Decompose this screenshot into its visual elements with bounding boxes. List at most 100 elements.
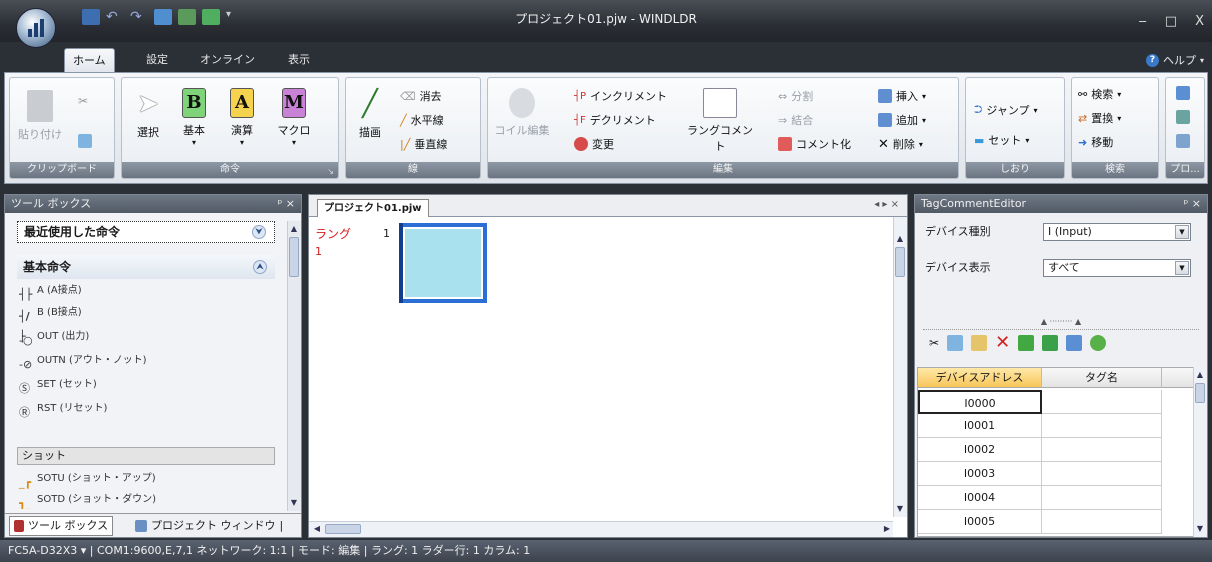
app-menu-button[interactable]	[16, 8, 56, 48]
scroll-thumb[interactable]	[895, 247, 905, 277]
erase-button[interactable]: ⌫ 消去	[400, 88, 442, 104]
set-button[interactable]: ▬ セット ▾	[974, 132, 1029, 148]
scroll-down-icon[interactable]: ▼	[288, 497, 300, 509]
insert-button[interactable]: 挿入 ▾	[878, 88, 926, 104]
help-menu[interactable]: ? ヘルプ ▾	[1145, 52, 1204, 68]
recent-commands-header[interactable]: 最近使用した命令 ⮟	[17, 221, 275, 243]
split-button[interactable]: ⇔ 分割	[778, 88, 813, 104]
tag-grid-scrollbar[interactable]: ▲ ▼	[1193, 367, 1207, 537]
select-button[interactable]: ➤ 選択	[128, 88, 168, 140]
table-cell-address[interactable]: I0001	[918, 414, 1042, 438]
basic-button[interactable]: B 基本 ▾	[174, 88, 214, 147]
table-cell-tag[interactable]	[1042, 510, 1162, 534]
copy-button[interactable]	[78, 134, 92, 148]
column-header-tag[interactable]: タグ名	[1042, 368, 1162, 388]
increment-button[interactable]: ┤P インクリメント	[574, 88, 667, 104]
column-header-extra[interactable]	[1162, 368, 1194, 388]
basic-commands-header[interactable]: 基本命令 ⮝	[17, 255, 275, 279]
join-button[interactable]: ⇒ 結合	[778, 112, 813, 128]
table-cell-address[interactable]: I0000	[918, 390, 1042, 414]
scroll-left-icon[interactable]: ◀	[311, 523, 323, 535]
collapse-icon[interactable]: ⮝	[253, 260, 267, 274]
cut-icon[interactable]: ✂	[929, 336, 939, 350]
scroll-thumb[interactable]	[289, 237, 299, 277]
maximize-button[interactable]: □	[1165, 14, 1177, 29]
table-cell-address[interactable]: I0004	[918, 486, 1042, 510]
replace-button[interactable]: ⇄ 置換 ▾	[1078, 110, 1121, 126]
list-item[interactable]: _┏ SOTU (ショット・アップ)	[19, 469, 156, 489]
ladder-cell-cursor[interactable]	[399, 223, 487, 303]
list-item[interactable]: Ⓢ SET (セット)	[19, 375, 97, 395]
hline-button[interactable]: ╱ 水平線	[400, 112, 444, 128]
table-cell-tag[interactable]	[1042, 486, 1162, 510]
list-item[interactable]: ┓_ SOTD (ショット・ダウン)	[19, 491, 156, 509]
import-icon[interactable]	[1018, 334, 1035, 351]
find-button[interactable]: ⚯ 検索 ▾	[1078, 86, 1121, 102]
project-btn-2[interactable]	[1176, 110, 1190, 124]
tab-settings[interactable]: 設定	[138, 48, 176, 72]
copy-icon[interactable]	[947, 334, 964, 351]
table-cell-address[interactable]: I0002	[918, 438, 1042, 462]
list-item[interactable]: ┤/├ B (B接点)	[19, 303, 82, 343]
delete-button[interactable]: ✕ 削除 ▾	[878, 136, 923, 152]
scroll-right-icon[interactable]: ▶	[881, 523, 893, 535]
delete-icon[interactable]: ✕	[995, 332, 1010, 353]
chevron-down-icon[interactable]: ▼	[1175, 225, 1189, 239]
minimize-button[interactable]: ‒	[1139, 14, 1147, 29]
list-item[interactable]: ┤├ A (A接点)	[19, 281, 82, 301]
vline-button[interactable]: |╱ 垂直線	[400, 136, 447, 152]
draw-button[interactable]: ╱ 描画	[352, 88, 388, 140]
scroll-up-icon[interactable]: ▲	[894, 233, 906, 245]
splitter-handle[interactable]: ▲ ········· ▲	[915, 318, 1207, 326]
tab-home[interactable]: ホーム	[64, 48, 115, 72]
scroll-up-icon[interactable]: ▲	[1194, 369, 1206, 381]
toolbox-scrollbar[interactable]: ▲ ▼	[287, 221, 301, 511]
add-button[interactable]: 追加 ▾	[878, 112, 926, 128]
panel-pin-close-icon[interactable]: ᵖ ×	[1184, 195, 1201, 213]
scroll-down-icon[interactable]: ▼	[1194, 523, 1206, 535]
scroll-down-icon[interactable]: ▼	[894, 503, 906, 515]
project-btn-1[interactable]	[1176, 86, 1190, 100]
table-cell-address[interactable]: I0003	[918, 462, 1042, 486]
editor-document-tab[interactable]: プロジェクト01.pjw	[317, 199, 429, 217]
scroll-thumb[interactable]	[325, 524, 361, 534]
export-icon[interactable]	[1042, 334, 1059, 351]
expand-icon[interactable]: ⮟	[252, 225, 266, 239]
comment-out-button[interactable]: コメント化	[778, 136, 851, 152]
tab-online[interactable]: オンライン	[192, 48, 263, 72]
list-item[interactable]: -○ OUT (出力)	[19, 327, 89, 347]
chevron-down-icon[interactable]: ▼	[1175, 261, 1189, 275]
calc-button[interactable]: A 演算 ▾	[222, 88, 262, 147]
table-cell-address[interactable]: I0005	[918, 510, 1042, 534]
change-button[interactable]: 変更	[574, 136, 614, 152]
table-cell-tag[interactable]	[1042, 438, 1162, 462]
device-display-select[interactable]: すべて ▼	[1043, 259, 1191, 277]
decrement-button[interactable]: ┤F デクリメント	[574, 112, 656, 128]
table-cell-tag[interactable]	[1042, 414, 1162, 438]
paste-icon[interactable]	[971, 334, 988, 351]
editor-tab-nav[interactable]: ◂ ▸ ×	[874, 199, 899, 210]
macro-button[interactable]: M マクロ ▾	[272, 88, 316, 147]
jump-button[interactable]: ⮊ ジャンプ ▾	[974, 102, 1038, 118]
tab-view[interactable]: 表示	[280, 48, 318, 72]
table-cell-tag[interactable]	[1042, 390, 1162, 414]
column-header-address[interactable]: デバイスアドレス	[918, 368, 1042, 388]
list-item[interactable]: -⊘ OUTN (アウト・ノット)	[19, 351, 147, 371]
move-button[interactable]: ➜ 移動	[1078, 134, 1113, 150]
project-btn-3[interactable]	[1176, 134, 1190, 148]
coil-edit-button[interactable]: コイル編集	[492, 88, 552, 138]
editor-vertical-scrollbar[interactable]: ▲ ▼	[893, 217, 907, 517]
cut-button[interactable]: ✂	[78, 94, 88, 108]
device-type-select[interactable]: I (Input) ▼	[1043, 223, 1191, 241]
tab-project-window[interactable]: プロジェクト ウィンドウ |	[131, 516, 287, 536]
panel-pin-close-icon[interactable]: ᵖ ×	[278, 195, 295, 213]
refresh-icon[interactable]	[1090, 334, 1107, 351]
list-item[interactable]: Ⓡ RST (リセット)	[19, 399, 107, 419]
rung-comment-button[interactable]: ラングコメント	[684, 88, 756, 154]
paste-button[interactable]: 貼り付け	[14, 86, 66, 142]
tab-toolbox[interactable]: ツール ボックス	[9, 516, 114, 536]
editor-horizontal-scrollbar[interactable]: ◀ ▶	[309, 521, 893, 537]
scroll-up-icon[interactable]: ▲	[288, 223, 300, 235]
table-icon[interactable]	[1066, 334, 1083, 351]
table-cell-tag[interactable]	[1042, 462, 1162, 486]
